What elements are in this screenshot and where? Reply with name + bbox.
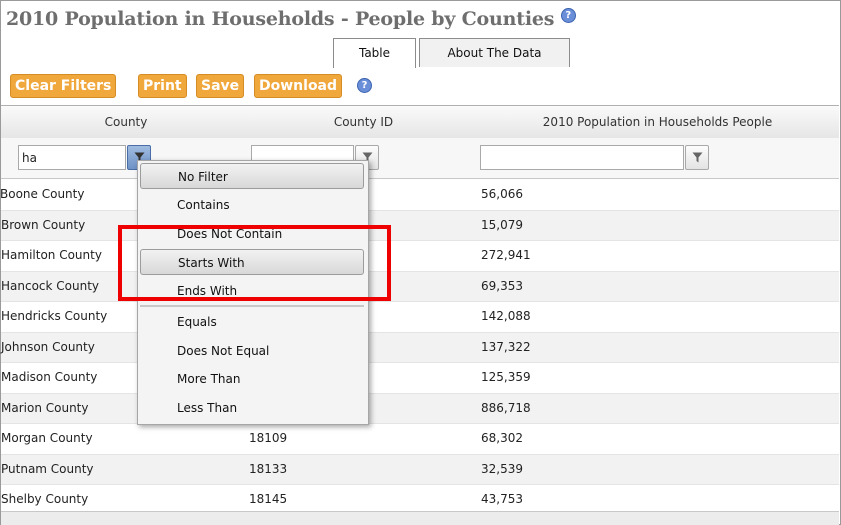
county-filter-input[interactable] <box>18 145 126 170</box>
county-cell: Marion County <box>1 400 89 415</box>
county-id-cell: 18109 <box>249 431 288 445</box>
population-filter-input[interactable] <box>480 145 684 170</box>
population-cell: 125,359 <box>481 370 531 384</box>
menu-item-more-than[interactable]: More Than <box>140 366 364 392</box>
county-cell: Putnam County <box>1 461 94 476</box>
county-cell: Johnson County <box>1 339 95 354</box>
download-button[interactable]: Download <box>254 74 343 98</box>
table-row[interactable]: Putnam County 18133 32,539 <box>1 454 839 485</box>
county-cell: Hendricks County <box>1 309 108 323</box>
population-cell: 68,302 <box>481 431 523 445</box>
table-row[interactable]: Marion County 886,718 <box>1 393 839 424</box>
column-header-population[interactable]: 2010 Population in Households People <box>476 106 839 138</box>
population-cell: 69,353 <box>481 278 523 293</box>
population-cell: 137,322 <box>481 339 531 354</box>
tab-table[interactable]: Table <box>333 38 416 68</box>
population-filter-button[interactable] <box>685 145 709 170</box>
county-cell: Morgan County <box>1 431 93 445</box>
table-header: County County ID 2010 Population in Hous… <box>1 105 839 139</box>
menu-item-less-than[interactable]: Less Than <box>140 395 364 421</box>
filter-row <box>1 138 839 179</box>
county-id-cell: 18133 <box>249 461 288 476</box>
clear-filters-button[interactable]: Clear Filters <box>10 74 117 98</box>
county-cell: Hancock County <box>1 278 100 293</box>
table-footer <box>1 511 839 525</box>
table-row[interactable]: Morgan County 18109 68,302 <box>1 424 839 455</box>
population-cell: 15,079 <box>481 217 523 232</box>
county-cell: Madison County <box>1 370 98 384</box>
help-icon[interactable]: ? <box>560 8 576 23</box>
menu-item-does-not-equal[interactable]: Does Not Equal <box>140 338 364 364</box>
tab-about-the-data[interactable]: About The Data <box>419 38 570 67</box>
table-row[interactable]: Boone County 56,066 <box>0 180 839 211</box>
column-header-county-id[interactable]: County ID <box>251 106 476 138</box>
population-cell: 272,941 <box>481 248 531 262</box>
county-id-cell: 18145 <box>249 492 288 506</box>
print-button[interactable]: Print <box>138 74 187 98</box>
column-header-county[interactable]: County <box>1 106 251 138</box>
menu-item-contains[interactable]: Contains <box>140 192 364 218</box>
save-button[interactable]: Save <box>196 74 245 98</box>
county-cell: Brown County <box>1 217 86 232</box>
table-row[interactable]: Madison County 125,359 <box>1 363 839 394</box>
county-cell: Hamilton County <box>1 248 102 262</box>
page-title-text: 2010 Population in Households - People b… <box>6 8 555 30</box>
tab-label: About The Data <box>447 46 542 60</box>
population-cell: 43,753 <box>481 492 523 506</box>
county-cell: Shelby County <box>1 492 89 506</box>
highlight-annotation-box <box>118 225 391 301</box>
table-row[interactable]: Johnson County 137,322 <box>1 332 839 363</box>
menu-item-no-filter[interactable]: No Filter <box>140 163 364 189</box>
filter-icon <box>692 152 703 163</box>
tab-label: Table <box>358 46 391 60</box>
table-row[interactable]: Hendricks County 142,088 <box>1 302 839 333</box>
population-cell: 32,539 <box>481 461 523 476</box>
population-cell: 142,088 <box>481 309 531 323</box>
help-icon[interactable]: ? <box>357 78 372 93</box>
menu-separator <box>140 305 364 307</box>
population-cell: 56,066 <box>481 187 523 201</box>
population-cell: 886,718 <box>481 400 531 415</box>
menu-item-equals[interactable]: Equals <box>140 309 364 335</box>
page-title: 2010 Population in Households - People b… <box>6 8 576 30</box>
